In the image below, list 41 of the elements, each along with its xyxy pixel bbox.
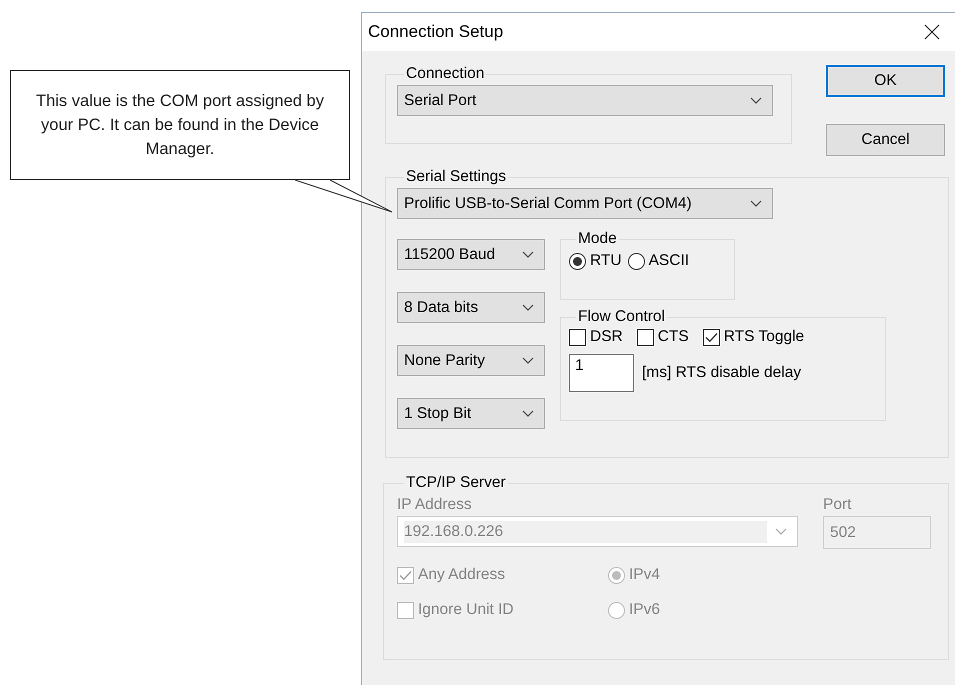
group-label: Connection (405, 65, 486, 83)
option-label: DSR (590, 328, 623, 346)
option-label: Any Address (418, 566, 506, 584)
setting-dropdown[interactable]: 115200 Baud (397, 239, 545, 270)
group-label: Flow Control (577, 308, 666, 326)
chevron-icon (750, 97, 762, 104)
checkbox[interactable] (636, 328, 654, 346)
dialog-button[interactable]: Cancel (826, 124, 945, 156)
radio-button[interactable] (628, 252, 645, 270)
port-dropdown[interactable]: Prolific USB-to-Serial Comm Port (COM4) (397, 188, 773, 219)
option-label: RTS Toggle (724, 328, 804, 346)
option-label: ASCII (648, 252, 690, 270)
delay-label: [ms] RTS disable delay (642, 364, 802, 382)
group-label: Mode (577, 230, 618, 248)
dialog-button[interactable]: OK (826, 65, 945, 97)
field-label: IP Address (397, 496, 473, 514)
option-label: CTS (658, 328, 689, 346)
chevron-icon (522, 304, 534, 311)
checkbox[interactable] (569, 328, 586, 346)
chevron-icon (522, 357, 534, 364)
group-label: Serial Settings (405, 168, 507, 186)
close-icon[interactable] (924, 24, 940, 40)
chevron-icon (775, 528, 787, 535)
setting-dropdown[interactable]: 1 Stop Bit (397, 398, 545, 429)
chevron-icon (522, 410, 534, 417)
field-label: Port (823, 496, 852, 514)
group-label: TCP/IP Server (405, 474, 507, 492)
option-label: Ignore Unit ID (418, 601, 514, 619)
callout-text: This value is the COM port assigned by your PC. It can be found in the Device Manager. (35, 91, 325, 160)
setting-dropdown[interactable]: None Parity (397, 345, 545, 376)
connection-dropdown[interactable]: Serial Port (397, 85, 773, 116)
checkbox[interactable] (702, 328, 720, 346)
option-label: IPv6 (629, 601, 660, 619)
option-label: IPv4 (629, 566, 660, 584)
chevron-icon (750, 200, 762, 207)
option-label: RTU (590, 252, 622, 270)
radio-button[interactable] (569, 252, 586, 270)
setting-dropdown[interactable]: 8 Data bits (397, 292, 545, 323)
chevron-icon (522, 251, 534, 258)
window-title: Connection Setup (368, 22, 504, 42)
delay-input[interactable]: 1 (569, 354, 634, 392)
